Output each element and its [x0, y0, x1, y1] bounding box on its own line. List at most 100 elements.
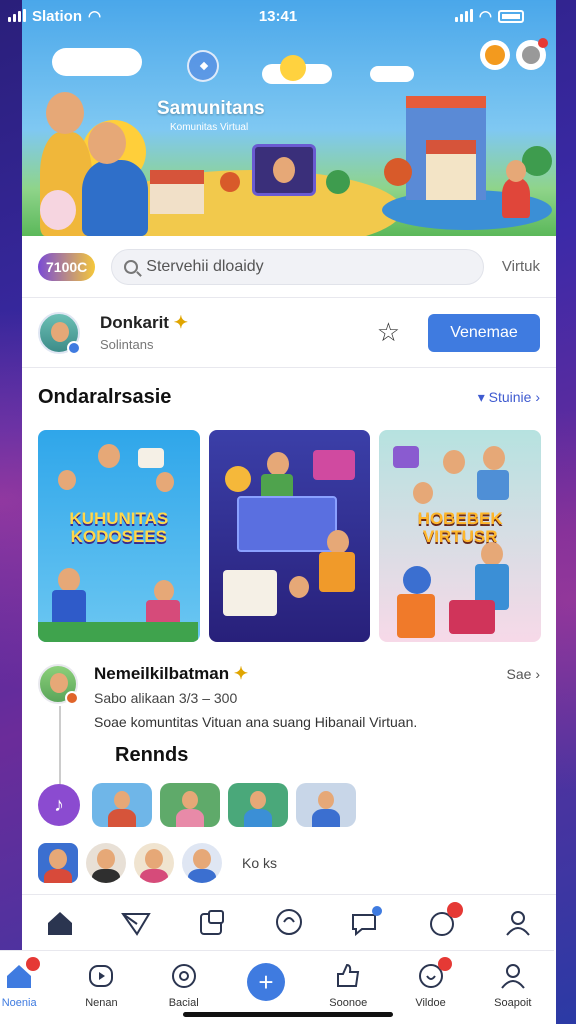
- feed-name: Nemeilkilbatman: [94, 664, 230, 683]
- character-head: [288, 576, 309, 598]
- tab-notifications[interactable]: Vildoe: [396, 957, 466, 1009]
- profile-row: Donkarit ✦ Solintans ☆ Venemae: [22, 298, 556, 368]
- battery-icon: [497, 9, 524, 23]
- avatar[interactable]: [182, 843, 222, 883]
- tab-video[interactable]: Nenan: [66, 961, 136, 1009]
- community-cards: KUHUNITAS KODOSEES HOBEBEK VIRTUSR: [38, 430, 542, 642]
- screen-shape: [236, 496, 337, 552]
- face-shape: [97, 849, 115, 869]
- grass-strip: [38, 622, 198, 642]
- face-shape: [114, 791, 130, 809]
- character-head: [58, 470, 76, 490]
- notification-icon: [522, 46, 540, 64]
- music-button[interactable]: [480, 40, 510, 70]
- character-head: [326, 530, 349, 554]
- tree-shape: [326, 170, 350, 194]
- profile-name: Donkarit: [100, 313, 169, 332]
- tab-profile[interactable]: Soapoit: [478, 961, 548, 1009]
- character-head: [154, 580, 174, 602]
- photo-frame: [222, 570, 277, 616]
- game-card: [312, 450, 355, 480]
- play-icon[interactable]: [187, 50, 219, 82]
- face-shape: [193, 849, 211, 869]
- character-head: [413, 482, 434, 504]
- character-head: [88, 122, 126, 164]
- character-figure: [502, 178, 530, 218]
- friend-thumbnail[interactable]: [92, 783, 152, 827]
- sparkle-icon: ✦: [233, 664, 249, 683]
- video-icon: [89, 965, 114, 987]
- friend-thumbnail[interactable]: [296, 783, 356, 827]
- avatar[interactable]: [38, 311, 81, 355]
- see-more-link[interactable]: Sae ›: [507, 666, 540, 682]
- tab-create[interactable]: +: [231, 961, 301, 1001]
- profile-button[interactable]: [501, 906, 535, 940]
- body-shape: [44, 869, 72, 883]
- primary-action-button[interactable]: Venemae: [428, 313, 540, 352]
- notification-button[interactable]: [516, 38, 548, 70]
- character-head: [506, 160, 526, 182]
- notification-button[interactable]: [425, 901, 463, 940]
- card-title: HOBEBEK VIRTUSR: [417, 509, 503, 546]
- community-card[interactable]: HOBEBEK VIRTUSR: [379, 430, 542, 642]
- avatar[interactable]: [86, 843, 126, 883]
- tab-home[interactable]: Noenia: [0, 957, 54, 1009]
- avatar[interactable]: [38, 843, 78, 883]
- gallery-icon: [199, 909, 224, 935]
- plus-icon[interactable]: +: [246, 963, 285, 1001]
- tree-shape: [522, 146, 552, 176]
- tab-label: Soonoe: [329, 997, 368, 1009]
- notification-badge: [446, 901, 463, 918]
- tablet-shape: [252, 144, 316, 196]
- photo-frame: [138, 448, 164, 468]
- body-shape: [188, 869, 216, 883]
- character-head: [403, 566, 432, 594]
- hero-actions: [480, 38, 548, 70]
- search-row: 7100C Stervehii dloaidy Virtuk: [22, 236, 556, 298]
- character-figure: [82, 160, 148, 236]
- send-icon: [121, 912, 152, 936]
- status-badge: [65, 691, 79, 705]
- home-button[interactable]: [43, 906, 77, 940]
- feed-description: Soae komuntitas Vituan ana suang Hibanai…: [94, 714, 418, 730]
- feed-meta: Sabo alikaan 3/3 – 300: [94, 690, 238, 706]
- message-button[interactable]: [348, 905, 383, 940]
- status-bar: Slation ◠ 13:41 ◠: [0, 0, 554, 32]
- send-button[interactable]: [119, 906, 153, 940]
- section-title: Ondaralrsasie: [38, 386, 172, 408]
- friend-thumbnail[interactable]: [160, 783, 220, 827]
- search-filter-link[interactable]: Virtuk: [502, 258, 540, 275]
- star-icon[interactable]: ☆: [377, 317, 400, 348]
- music-icon[interactable]: ♪: [38, 784, 80, 826]
- gift-box: [449, 600, 496, 634]
- face-shape: [250, 791, 266, 809]
- card-title: KUHUNITAS KODOSEES: [69, 509, 169, 546]
- community-card[interactable]: [208, 430, 371, 642]
- friends-title: Rennds: [115, 744, 189, 766]
- chat-button[interactable]: [272, 906, 306, 940]
- community-card[interactable]: KUHUNITAS KODOSEES: [38, 430, 200, 642]
- avatar[interactable]: [38, 664, 79, 705]
- music-icon: [485, 45, 505, 65]
- signal-icon: [454, 9, 473, 22]
- coin-balance[interactable]: 7100C: [38, 252, 96, 281]
- app-screen: Samunitans Komunitas Virtual 7100C Sterv…: [22, 0, 556, 1024]
- gallery-button[interactable]: [196, 906, 230, 940]
- body-shape: [140, 869, 168, 883]
- verified-badge: [67, 340, 81, 355]
- friend-thumbnail[interactable]: [228, 783, 288, 827]
- avatar[interactable]: [134, 843, 174, 883]
- tab-chat[interactable]: Bacial: [149, 961, 219, 1009]
- wifi-icon: ◠: [88, 8, 102, 25]
- face-shape: [182, 791, 198, 809]
- friend-avatars: Ko ks: [38, 843, 277, 883]
- house-shape: [150, 170, 204, 214]
- see-all-label: Stuinie: [488, 389, 532, 405]
- see-all-link[interactable]: ▾ Stuinie ›: [478, 389, 540, 406]
- tab-like[interactable]: Soonoe: [313, 961, 383, 1009]
- feed-item[interactable]: Nemeilkilbatman ✦ Sae › Sabo alikaan 3/3…: [38, 664, 540, 730]
- carrier-label: Slation: [32, 7, 83, 25]
- chat-icon: [171, 964, 196, 988]
- search-input[interactable]: Stervehii dloaidy: [111, 248, 484, 285]
- home-icon: [48, 911, 73, 935]
